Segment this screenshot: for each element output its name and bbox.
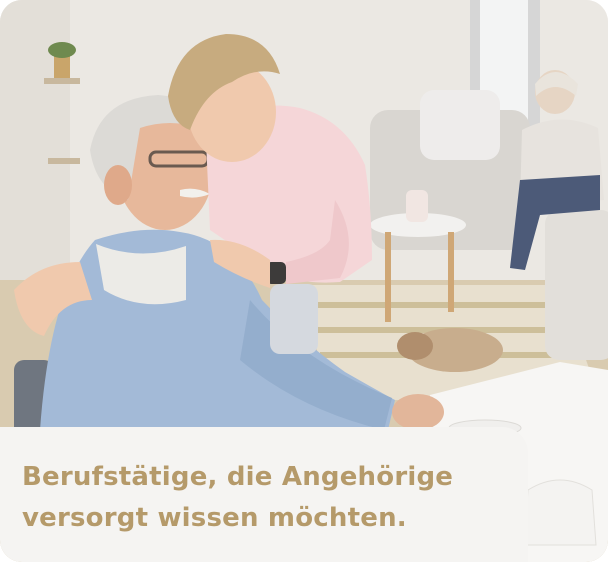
promo-card: Berufstätige, die Angehörige versorgt wi… (0, 0, 608, 562)
shelf-2 (48, 158, 80, 164)
vase (406, 190, 428, 222)
caption-box: Berufstätige, die Angehörige versorgt wi… (0, 427, 528, 562)
plant (48, 42, 76, 58)
right-sofa (545, 210, 608, 360)
cushion (420, 90, 500, 160)
plant-pot (54, 56, 70, 78)
woman-pants (270, 284, 318, 354)
teapot (523, 479, 597, 546)
caption-line-2: versorgt wissen möchten. (22, 503, 407, 533)
shelf (44, 78, 80, 84)
caption-line-1: Berufstätige, die Angehörige (22, 462, 454, 492)
man-hand (392, 394, 444, 430)
